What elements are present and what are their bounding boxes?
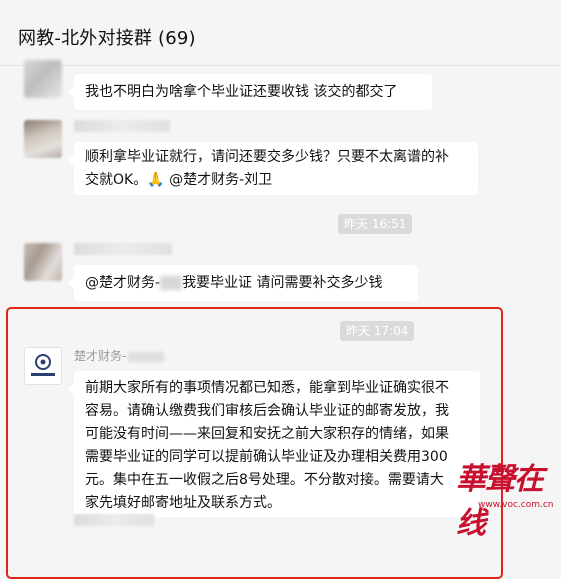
message-text: 我也不明白为啥拿个毕业证还要收钱 该交的都交了 <box>85 84 398 100</box>
message-line: 容易。请确认缴费我们审核后会确认毕业证的邮寄发放，我 <box>85 403 449 419</box>
avatar[interactable] <box>24 60 62 98</box>
message-line: 元。集中在五一收假之后8号处理。不分散对接。需要请大 <box>85 472 444 488</box>
message-text: 顺利拿毕业证就行，请问还要交多少钱？只要不太离谱的补 <box>85 149 449 165</box>
watermark-text: 華聲在线 <box>456 462 544 541</box>
watermark-url: www.voc.com.cn <box>478 500 554 510</box>
message-text: 我要毕业证 请问需要补交多少钱 <box>182 275 383 291</box>
message-text: @楚才财务- <box>85 275 161 291</box>
timestamp: 昨天 16:51 <box>338 214 413 234</box>
chat-title: 网教-北外对接群 (69) <box>18 28 196 49</box>
sender-name <box>74 514 154 526</box>
sender-name <box>74 243 172 255</box>
message-bubble[interactable]: 前期大家所有的事项情况都已知悉，能拿到毕业证确实很不 容易。请确认缴费我们审核后… <box>68 371 480 517</box>
sender-name: 楚才财务- <box>74 347 165 364</box>
watermark-logo: 華聲在线 www.voc.com.cn <box>456 454 556 541</box>
message-line: 前期大家所有的事项情况都已知悉，能拿到毕业证确实很不 <box>85 380 449 396</box>
avatar[interactable] <box>24 243 62 281</box>
message-line: 可能没有时间——来回复和安抚之前大家积存的情绪，如果 <box>85 426 449 442</box>
logo-icon <box>31 354 55 376</box>
message-text: 交就OK。🙏 @楚才财务-刘卫 <box>85 172 273 188</box>
avatar[interactable] <box>24 347 62 385</box>
chat-title-bar: 网教-北外对接群 (69) <box>0 0 561 66</box>
message-bubble[interactable]: 顺利拿毕业证就行，请问还要交多少钱？只要不太离谱的补 交就OK。🙏 @楚才财务-… <box>68 142 478 195</box>
message-bubble[interactable]: @楚才财务- 我要毕业证 请问需要补交多少钱 <box>68 265 418 301</box>
message-line: 需要毕业证的同学可以提前确认毕业证及办理相关费用300 <box>85 449 448 465</box>
sender-name <box>74 120 170 132</box>
blurred-name <box>160 276 183 290</box>
message-bubble[interactable]: 我也不明白为啥拿个毕业证还要收钱 该交的都交了 <box>68 74 432 110</box>
message-line: 家先填好邮寄地址及联系方式。 <box>85 495 281 511</box>
avatar[interactable] <box>24 120 62 158</box>
timestamp: 昨天 17:04 <box>340 321 415 341</box>
